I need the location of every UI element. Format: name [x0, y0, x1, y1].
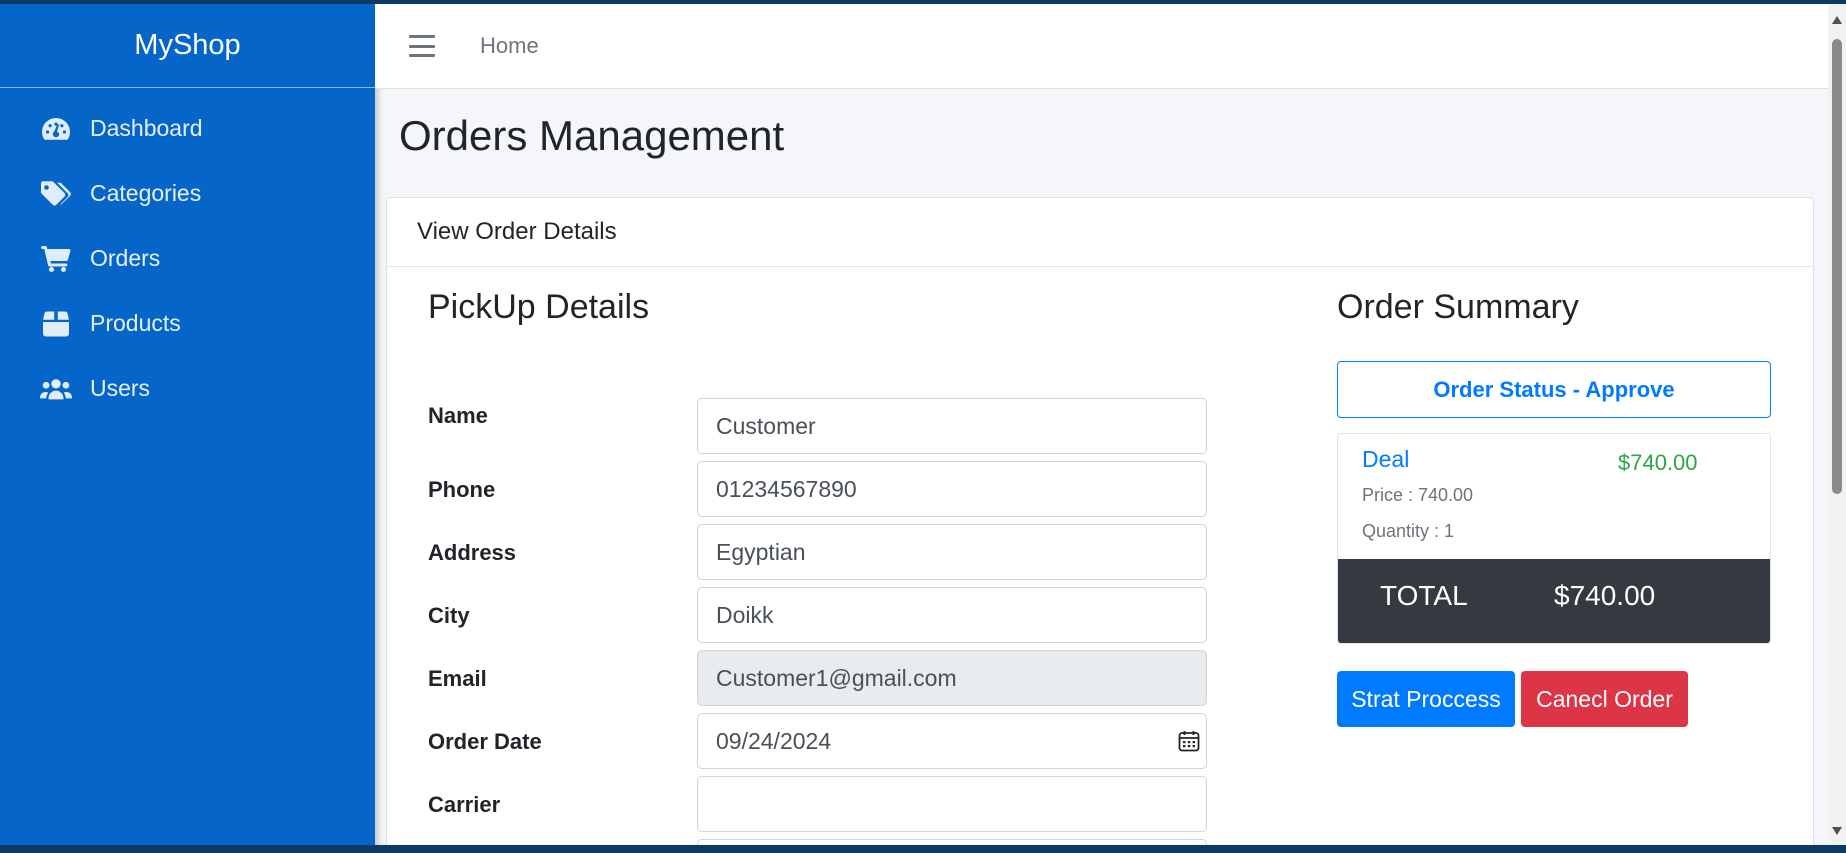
address-label: Address	[428, 540, 517, 565]
order-summary-title: Order Summary	[1337, 288, 1579, 326]
order-date-label: Order Date	[428, 729, 542, 754]
item-quantity: Quantity : 1	[1362, 521, 1455, 541]
app-window: MyShop Dashboard Categories Orders Produ…	[0, 4, 1846, 845]
sidebar-item-label: Categories	[90, 180, 202, 206]
sidebar-nav: Dashboard Categories Orders Products Use…	[0, 88, 375, 421]
tags-icon	[40, 180, 72, 207]
email-label: Email	[428, 666, 487, 691]
city-field[interactable]	[697, 587, 1207, 643]
sidebar-item-label: Dashboard	[90, 115, 203, 141]
scroll-down-arrow-icon[interactable]	[1832, 827, 1842, 835]
order-items-list: Deal Price : 740.00 Quantity : 1 $740.00…	[1337, 433, 1771, 644]
form-row-name: Name	[428, 398, 1207, 454]
carrier-field[interactable]	[697, 776, 1207, 832]
scroll-thumb[interactable]	[1832, 39, 1842, 494]
order-status-badge: Order Status - Approve	[1337, 361, 1771, 418]
tachometer-icon	[40, 116, 72, 142]
start-process-button[interactable]: Strat Proccess	[1337, 671, 1515, 727]
next-field[interactable]	[697, 839, 1207, 845]
address-field[interactable]	[697, 524, 1207, 580]
form-row-next	[428, 839, 1207, 845]
card-header: View Order Details	[387, 198, 1813, 267]
vertical-scrollbar[interactable]	[1828, 4, 1846, 845]
order-date-field[interactable]	[697, 713, 1207, 769]
form-row-address: Address	[428, 524, 1207, 580]
cancel-order-button[interactable]: Canecl Order	[1521, 671, 1688, 727]
sidebar-item-label: Products	[90, 310, 181, 336]
sidebar-item-orders[interactable]: Orders	[0, 226, 375, 291]
brand-logo[interactable]: MyShop	[0, 4, 375, 88]
menu-toggle-icon[interactable]	[409, 35, 435, 57]
sidebar-item-dashboard[interactable]: Dashboard	[0, 96, 375, 161]
name-field[interactable]	[697, 398, 1207, 454]
box-icon	[40, 311, 72, 337]
sidebar-item-products[interactable]: Products	[0, 291, 375, 356]
main-content: Home Orders Management View Order Detail…	[375, 4, 1846, 845]
total-value: $740.00	[1554, 580, 1656, 611]
sidebar-item-users[interactable]: Users	[0, 356, 375, 421]
total-bar: TOTAL $740.00	[1338, 559, 1770, 643]
email-field[interactable]	[697, 650, 1207, 706]
sidebar-item-label: Orders	[90, 245, 161, 271]
name-label: Name	[428, 403, 488, 428]
city-label: City	[428, 603, 470, 628]
pickup-details-title: PickUp Details	[428, 288, 650, 326]
calendar-icon[interactable]	[1177, 729, 1201, 753]
form-row-carrier: Carrier	[428, 776, 1207, 832]
phone-label: Phone	[428, 477, 496, 502]
sidebar-item-categories[interactable]: Categories	[0, 161, 375, 226]
form-row-email: Email	[428, 650, 1207, 706]
carrier-label: Carrier	[428, 792, 501, 817]
scroll-up-arrow-icon[interactable]	[1832, 16, 1842, 24]
home-link[interactable]: Home	[480, 33, 539, 59]
item-amount: $740.00	[1618, 450, 1698, 475]
item-name: Deal	[1362, 446, 1410, 472]
total-label: TOTAL	[1380, 580, 1468, 611]
form-row-phone: Phone	[428, 461, 1207, 517]
sidebar: MyShop Dashboard Categories Orders Produ…	[0, 4, 375, 845]
phone-field[interactable]	[697, 461, 1207, 517]
item-price: Price : 740.00	[1362, 485, 1474, 505]
form-row-city: City	[428, 587, 1207, 643]
cart-icon	[40, 245, 72, 272]
page-title: Orders Management	[399, 112, 785, 159]
top-navbar: Home	[375, 4, 1846, 89]
form-row-order-date: Order Date	[428, 713, 1207, 769]
sidebar-item-label: Users	[90, 375, 151, 401]
users-icon	[40, 376, 72, 402]
order-details-card: View Order Details PickUp Details Name P…	[386, 197, 1814, 845]
